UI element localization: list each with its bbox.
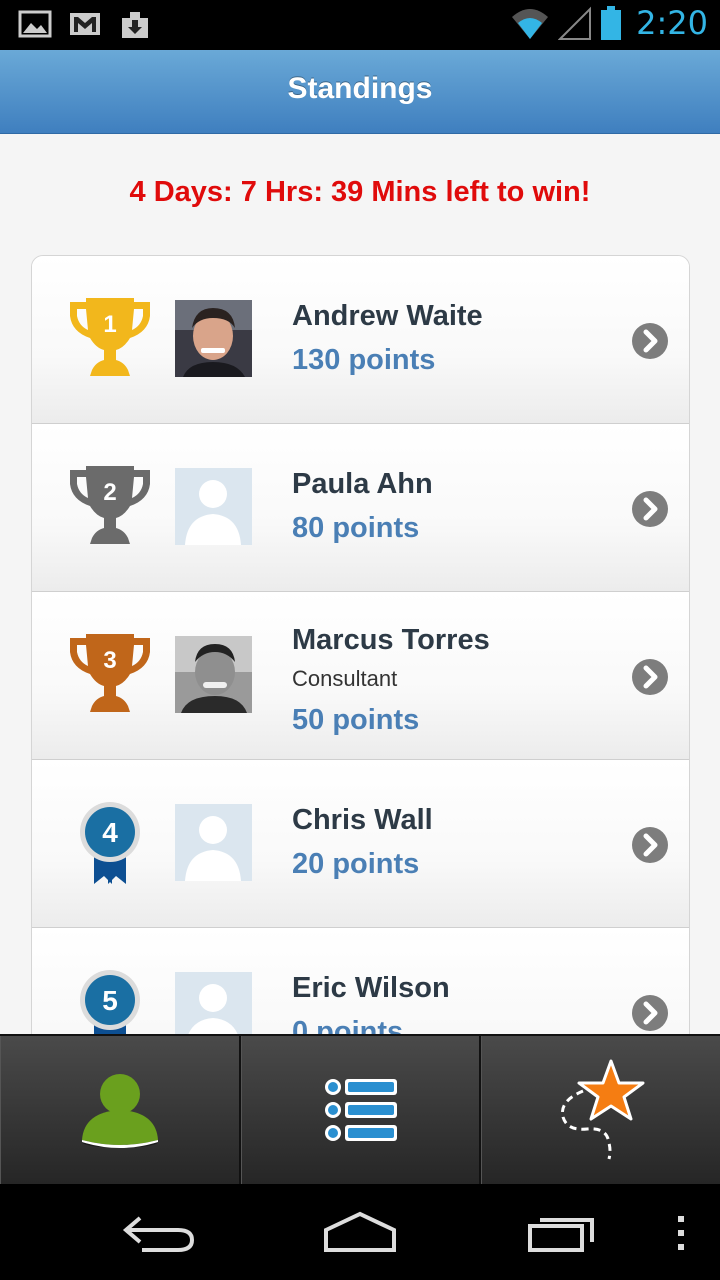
rank-number: 2 — [103, 479, 116, 506]
chevron-right-icon[interactable] — [631, 658, 669, 696]
silver-trophy-icon: 2 — [70, 466, 150, 544]
rank-number: 3 — [103, 647, 116, 674]
countdown-text: 4 Days: 7 Hrs: 39 Mins left to win! — [129, 176, 591, 208]
player-points: 50 points — [292, 704, 420, 736]
standings-list: 1 Andrew Waite 130 points 2 Paula Ahn 80… — [31, 255, 690, 1034]
ribbon-icon: 4 — [80, 802, 140, 884]
battery-icon — [601, 6, 622, 40]
home-icon[interactable] — [322, 1210, 398, 1254]
player-points: 80 points — [292, 512, 420, 544]
standing-row[interactable]: 5 Eric Wilson 0 points — [32, 928, 689, 1034]
ribbon-icon: 5 — [80, 970, 140, 1034]
standing-row[interactable]: 2 Paula Ahn 80 points — [32, 424, 689, 592]
tab-bar — [0, 1034, 720, 1184]
avatar — [175, 300, 252, 377]
rank-number: 4 — [102, 817, 118, 848]
image-icon — [18, 10, 52, 38]
bronze-trophy-icon: 3 — [70, 634, 150, 712]
avatar-placeholder — [175, 468, 252, 545]
player-name: Eric Wilson — [292, 972, 450, 1004]
wifi-icon — [512, 9, 549, 39]
tab-standings[interactable] — [481, 1036, 720, 1184]
rank-number: 5 — [102, 985, 118, 1016]
avatar — [175, 636, 252, 713]
player-points: 130 points — [292, 344, 436, 376]
player-points: 20 points — [292, 848, 420, 880]
gmail-icon — [70, 13, 100, 35]
gold-trophy-icon: 1 — [70, 298, 150, 376]
standing-row[interactable]: 1 Andrew Waite 130 points — [32, 256, 689, 424]
standing-row[interactable]: 3 Marcus Torres Consultant 50 points — [32, 592, 689, 760]
player-name: Marcus Torres — [292, 624, 490, 656]
page-title: Standings — [287, 72, 433, 105]
chevron-right-icon[interactable] — [631, 322, 669, 360]
status-bar: 2:20 — [0, 0, 720, 50]
player-points: 0 points — [292, 1016, 404, 1034]
player-name: Andrew Waite — [292, 300, 483, 332]
avatar-placeholder — [175, 972, 252, 1034]
chevron-right-icon[interactable] — [631, 826, 669, 864]
profile-icon — [81, 1074, 158, 1148]
chevron-right-icon[interactable] — [631, 994, 669, 1032]
signal-icon — [558, 6, 592, 40]
system-nav-bar — [0, 1184, 720, 1280]
tab-profile[interactable] — [0, 1036, 241, 1184]
player-title: Consultant — [292, 666, 398, 691]
standing-row[interactable]: 4 Chris Wall 20 points — [32, 760, 689, 928]
status-time: 2:20 — [636, 4, 708, 42]
player-name: Paula Ahn — [292, 468, 433, 500]
recent-apps-icon[interactable] — [526, 1210, 598, 1254]
app-header: Standings — [0, 50, 720, 134]
avatar-placeholder — [175, 804, 252, 881]
star-trail-icon — [561, 1059, 645, 1160]
player-name: Chris Wall — [292, 804, 433, 836]
menu-icon[interactable] — [674, 1210, 688, 1254]
tab-list[interactable] — [240, 1036, 482, 1184]
list-icon — [324, 1079, 397, 1141]
chevron-right-icon[interactable] — [631, 490, 669, 528]
rank-number: 1 — [103, 311, 116, 338]
download-icon — [122, 12, 148, 38]
back-icon[interactable] — [122, 1210, 198, 1254]
standings-content[interactable]: 4 Days: 7 Hrs: 39 Mins left to win! 1 An… — [0, 134, 720, 1034]
